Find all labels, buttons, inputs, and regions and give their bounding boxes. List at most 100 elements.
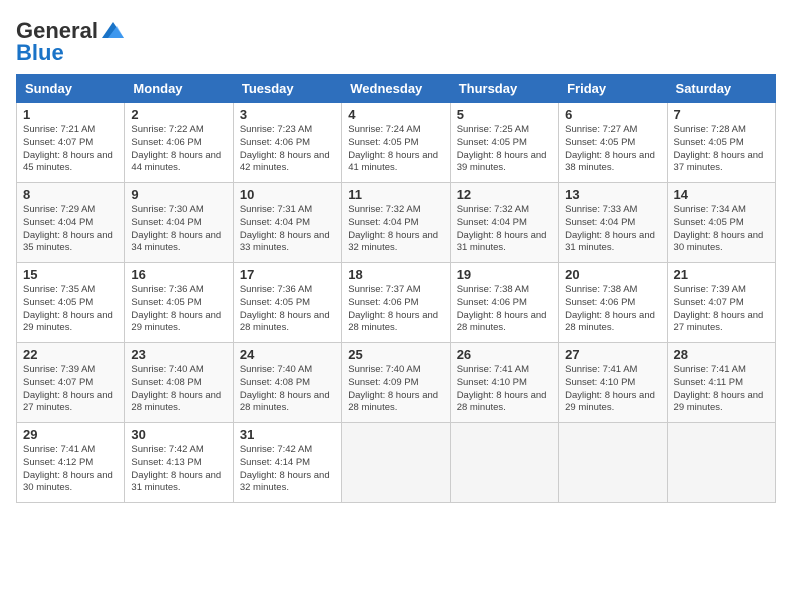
calendar-week-2: 15 Sunrise: 7:35 AMSunset: 4:05 PMDaylig… xyxy=(17,263,776,343)
calendar-cell: 18 Sunrise: 7:37 AMSunset: 4:06 PMDaylig… xyxy=(342,263,450,343)
day-detail: Sunrise: 7:24 AMSunset: 4:05 PMDaylight:… xyxy=(348,124,438,173)
calendar-cell: 29 Sunrise: 7:41 AMSunset: 4:12 PMDaylig… xyxy=(17,423,125,503)
day-detail: Sunrise: 7:41 AMSunset: 4:10 PMDaylight:… xyxy=(565,364,655,413)
day-detail: Sunrise: 7:33 AMSunset: 4:04 PMDaylight:… xyxy=(565,204,655,253)
calendar-cell: 15 Sunrise: 7:35 AMSunset: 4:05 PMDaylig… xyxy=(17,263,125,343)
day-number: 12 xyxy=(457,187,552,202)
calendar-week-4: 29 Sunrise: 7:41 AMSunset: 4:12 PMDaylig… xyxy=(17,423,776,503)
day-number: 13 xyxy=(565,187,660,202)
day-number: 15 xyxy=(23,267,118,282)
calendar-cell: 8 Sunrise: 7:29 AMSunset: 4:04 PMDayligh… xyxy=(17,183,125,263)
day-detail: Sunrise: 7:38 AMSunset: 4:06 PMDaylight:… xyxy=(565,284,655,333)
col-header-saturday: Saturday xyxy=(667,75,775,103)
day-number: 10 xyxy=(240,187,335,202)
day-detail: Sunrise: 7:27 AMSunset: 4:05 PMDaylight:… xyxy=(565,124,655,173)
day-detail: Sunrise: 7:36 AMSunset: 4:05 PMDaylight:… xyxy=(240,284,330,333)
day-detail: Sunrise: 7:41 AMSunset: 4:10 PMDaylight:… xyxy=(457,364,547,413)
calendar-header: General Blue xyxy=(16,16,776,66)
calendar-cell: 7 Sunrise: 7:28 AMSunset: 4:05 PMDayligh… xyxy=(667,103,775,183)
day-number: 26 xyxy=(457,347,552,362)
col-header-sunday: Sunday xyxy=(17,75,125,103)
day-number: 20 xyxy=(565,267,660,282)
col-header-monday: Monday xyxy=(125,75,233,103)
calendar-cell: 20 Sunrise: 7:38 AMSunset: 4:06 PMDaylig… xyxy=(559,263,667,343)
calendar-cell: 9 Sunrise: 7:30 AMSunset: 4:04 PMDayligh… xyxy=(125,183,233,263)
calendar-cell: 31 Sunrise: 7:42 AMSunset: 4:14 PMDaylig… xyxy=(233,423,341,503)
day-detail: Sunrise: 7:22 AMSunset: 4:06 PMDaylight:… xyxy=(131,124,221,173)
day-number: 11 xyxy=(348,187,443,202)
day-detail: Sunrise: 7:39 AMSunset: 4:07 PMDaylight:… xyxy=(23,364,113,413)
calendar-cell: 12 Sunrise: 7:32 AMSunset: 4:04 PMDaylig… xyxy=(450,183,558,263)
day-detail: Sunrise: 7:29 AMSunset: 4:04 PMDaylight:… xyxy=(23,204,113,253)
day-detail: Sunrise: 7:39 AMSunset: 4:07 PMDaylight:… xyxy=(674,284,764,333)
calendar-table: SundayMondayTuesdayWednesdayThursdayFrid… xyxy=(16,74,776,503)
day-number: 9 xyxy=(131,187,226,202)
calendar-cell: 13 Sunrise: 7:33 AMSunset: 4:04 PMDaylig… xyxy=(559,183,667,263)
calendar-container: General Blue SundayMondayTuesdayWednesda… xyxy=(0,0,792,511)
day-number: 7 xyxy=(674,107,769,122)
day-detail: Sunrise: 7:42 AMSunset: 4:14 PMDaylight:… xyxy=(240,444,330,493)
calendar-cell: 30 Sunrise: 7:42 AMSunset: 4:13 PMDaylig… xyxy=(125,423,233,503)
day-number: 23 xyxy=(131,347,226,362)
day-number: 25 xyxy=(348,347,443,362)
day-detail: Sunrise: 7:25 AMSunset: 4:05 PMDaylight:… xyxy=(457,124,547,173)
day-detail: Sunrise: 7:21 AMSunset: 4:07 PMDaylight:… xyxy=(23,124,113,173)
day-detail: Sunrise: 7:41 AMSunset: 4:11 PMDaylight:… xyxy=(674,364,764,413)
day-detail: Sunrise: 7:40 AMSunset: 4:08 PMDaylight:… xyxy=(131,364,221,413)
day-detail: Sunrise: 7:32 AMSunset: 4:04 PMDaylight:… xyxy=(457,204,547,253)
calendar-cell: 14 Sunrise: 7:34 AMSunset: 4:05 PMDaylig… xyxy=(667,183,775,263)
calendar-cell: 10 Sunrise: 7:31 AMSunset: 4:04 PMDaylig… xyxy=(233,183,341,263)
calendar-body: 1 Sunrise: 7:21 AMSunset: 4:07 PMDayligh… xyxy=(17,103,776,503)
day-number: 4 xyxy=(348,107,443,122)
logo-icon xyxy=(98,16,128,46)
day-number: 19 xyxy=(457,267,552,282)
calendar-cell: 6 Sunrise: 7:27 AMSunset: 4:05 PMDayligh… xyxy=(559,103,667,183)
calendar-week-0: 1 Sunrise: 7:21 AMSunset: 4:07 PMDayligh… xyxy=(17,103,776,183)
calendar-cell: 1 Sunrise: 7:21 AMSunset: 4:07 PMDayligh… xyxy=(17,103,125,183)
day-detail: Sunrise: 7:35 AMSunset: 4:05 PMDaylight:… xyxy=(23,284,113,333)
calendar-cell: 28 Sunrise: 7:41 AMSunset: 4:11 PMDaylig… xyxy=(667,343,775,423)
day-detail: Sunrise: 7:28 AMSunset: 4:05 PMDaylight:… xyxy=(674,124,764,173)
day-number: 16 xyxy=(131,267,226,282)
calendar-cell: 3 Sunrise: 7:23 AMSunset: 4:06 PMDayligh… xyxy=(233,103,341,183)
calendar-cell: 19 Sunrise: 7:38 AMSunset: 4:06 PMDaylig… xyxy=(450,263,558,343)
day-number: 8 xyxy=(23,187,118,202)
col-header-wednesday: Wednesday xyxy=(342,75,450,103)
calendar-cell xyxy=(342,423,450,503)
calendar-cell xyxy=(667,423,775,503)
calendar-cell: 2 Sunrise: 7:22 AMSunset: 4:06 PMDayligh… xyxy=(125,103,233,183)
col-header-tuesday: Tuesday xyxy=(233,75,341,103)
day-number: 29 xyxy=(23,427,118,442)
day-number: 5 xyxy=(457,107,552,122)
day-detail: Sunrise: 7:31 AMSunset: 4:04 PMDaylight:… xyxy=(240,204,330,253)
day-number: 30 xyxy=(131,427,226,442)
calendar-cell: 25 Sunrise: 7:40 AMSunset: 4:09 PMDaylig… xyxy=(342,343,450,423)
calendar-week-3: 22 Sunrise: 7:39 AMSunset: 4:07 PMDaylig… xyxy=(17,343,776,423)
day-number: 1 xyxy=(23,107,118,122)
day-detail: Sunrise: 7:40 AMSunset: 4:08 PMDaylight:… xyxy=(240,364,330,413)
calendar-week-1: 8 Sunrise: 7:29 AMSunset: 4:04 PMDayligh… xyxy=(17,183,776,263)
day-detail: Sunrise: 7:41 AMSunset: 4:12 PMDaylight:… xyxy=(23,444,113,493)
calendar-cell: 24 Sunrise: 7:40 AMSunset: 4:08 PMDaylig… xyxy=(233,343,341,423)
day-number: 2 xyxy=(131,107,226,122)
day-number: 21 xyxy=(674,267,769,282)
day-number: 24 xyxy=(240,347,335,362)
day-number: 31 xyxy=(240,427,335,442)
logo: General Blue xyxy=(16,16,128,66)
calendar-cell: 16 Sunrise: 7:36 AMSunset: 4:05 PMDaylig… xyxy=(125,263,233,343)
day-number: 14 xyxy=(674,187,769,202)
calendar-cell xyxy=(559,423,667,503)
calendar-cell: 22 Sunrise: 7:39 AMSunset: 4:07 PMDaylig… xyxy=(17,343,125,423)
calendar-cell xyxy=(450,423,558,503)
day-number: 18 xyxy=(348,267,443,282)
calendar-cell: 26 Sunrise: 7:41 AMSunset: 4:10 PMDaylig… xyxy=(450,343,558,423)
calendar-cell: 27 Sunrise: 7:41 AMSunset: 4:10 PMDaylig… xyxy=(559,343,667,423)
calendar-cell: 11 Sunrise: 7:32 AMSunset: 4:04 PMDaylig… xyxy=(342,183,450,263)
calendar-cell: 23 Sunrise: 7:40 AMSunset: 4:08 PMDaylig… xyxy=(125,343,233,423)
col-header-thursday: Thursday xyxy=(450,75,558,103)
day-number: 17 xyxy=(240,267,335,282)
day-number: 28 xyxy=(674,347,769,362)
calendar-cell: 5 Sunrise: 7:25 AMSunset: 4:05 PMDayligh… xyxy=(450,103,558,183)
day-detail: Sunrise: 7:42 AMSunset: 4:13 PMDaylight:… xyxy=(131,444,221,493)
day-number: 6 xyxy=(565,107,660,122)
